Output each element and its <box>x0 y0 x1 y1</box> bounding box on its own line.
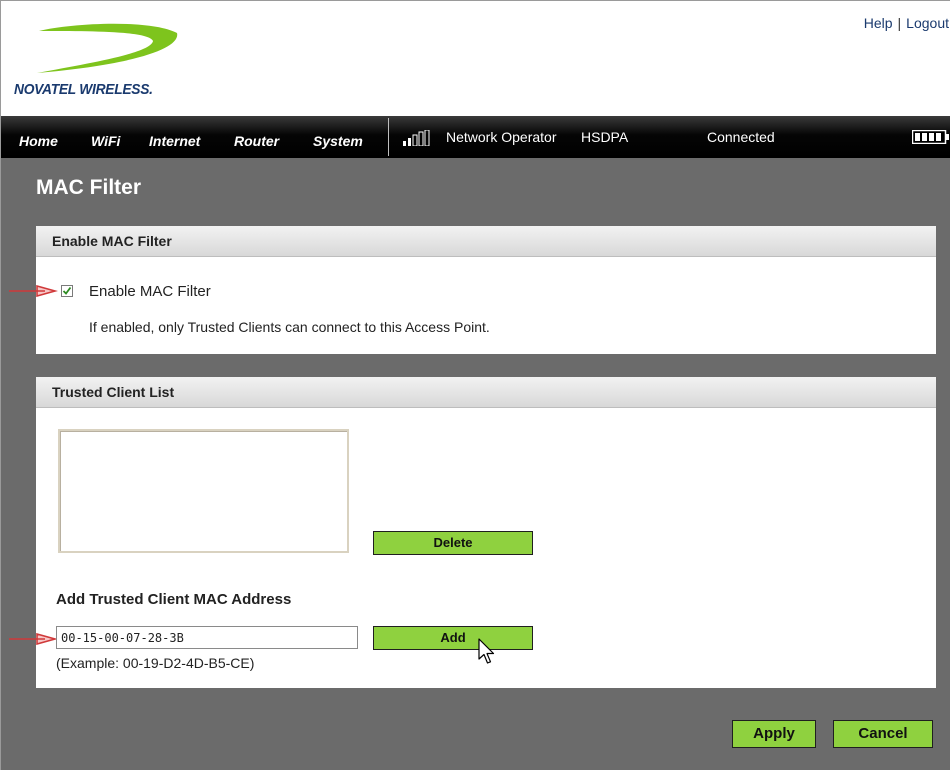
mac-filter-info-text: If enabled, only Trusted Clients can con… <box>89 319 490 335</box>
novatel-swoosh-logo-icon <box>37 23 178 73</box>
page-title: MAC Filter <box>36 176 141 199</box>
apply-button[interactable]: Apply <box>732 720 816 748</box>
add-button[interactable]: Add <box>373 626 533 650</box>
add-mac-heading: Add Trusted Client MAC Address <box>56 591 292 608</box>
network-type-label: HSDPA <box>581 129 629 145</box>
mac-address-input[interactable]: 00-15-00-07-28-3B <box>56 626 358 649</box>
battery-icon <box>912 130 949 144</box>
link-separator: | <box>897 15 902 31</box>
nav-home[interactable]: Home <box>19 133 58 149</box>
header: NOVATEL WIRELESS. Help | Logout <box>1 1 950 116</box>
signal-strength-icon <box>403 130 430 146</box>
mouse-pointer-icon <box>478 638 495 664</box>
logout-link[interactable]: Logout <box>906 15 949 31</box>
mac-example-text: (Example: 00-19-D2-4D-B5-CE) <box>56 655 255 671</box>
enable-mac-filter-label[interactable]: Enable MAC Filter <box>89 283 211 300</box>
nav-system[interactable]: System <box>313 133 363 149</box>
connection-status-label: Connected <box>707 129 775 145</box>
nav-router[interactable]: Router <box>234 133 279 149</box>
nav-wifi[interactable]: WiFi <box>91 133 120 149</box>
pointer-arrow-icon <box>9 285 58 297</box>
router-admin-window: NOVATEL WIRELESS. Help | Logout Home WiFi … <box>0 0 950 770</box>
trusted-client-listbox[interactable] <box>58 429 349 553</box>
trusted-panel-heading: Trusted Client List <box>36 377 936 408</box>
enable-mac-filter-checkbox[interactable] <box>61 285 73 297</box>
cancel-button[interactable]: Cancel <box>833 720 933 748</box>
brand-logo-text: NOVATEL WIRELESS. <box>14 81 153 98</box>
pointer-arrow-icon <box>9 633 58 645</box>
top-links: Help | Logout <box>864 15 949 31</box>
enable-panel-heading: Enable MAC Filter <box>36 226 936 257</box>
network-operator-label: Network Operator <box>446 129 557 145</box>
nav-divider <box>388 118 389 156</box>
nav-internet[interactable]: Internet <box>149 133 200 149</box>
help-link[interactable]: Help <box>864 15 893 31</box>
delete-button[interactable]: Delete <box>373 531 533 555</box>
checkmark-icon <box>62 286 72 295</box>
